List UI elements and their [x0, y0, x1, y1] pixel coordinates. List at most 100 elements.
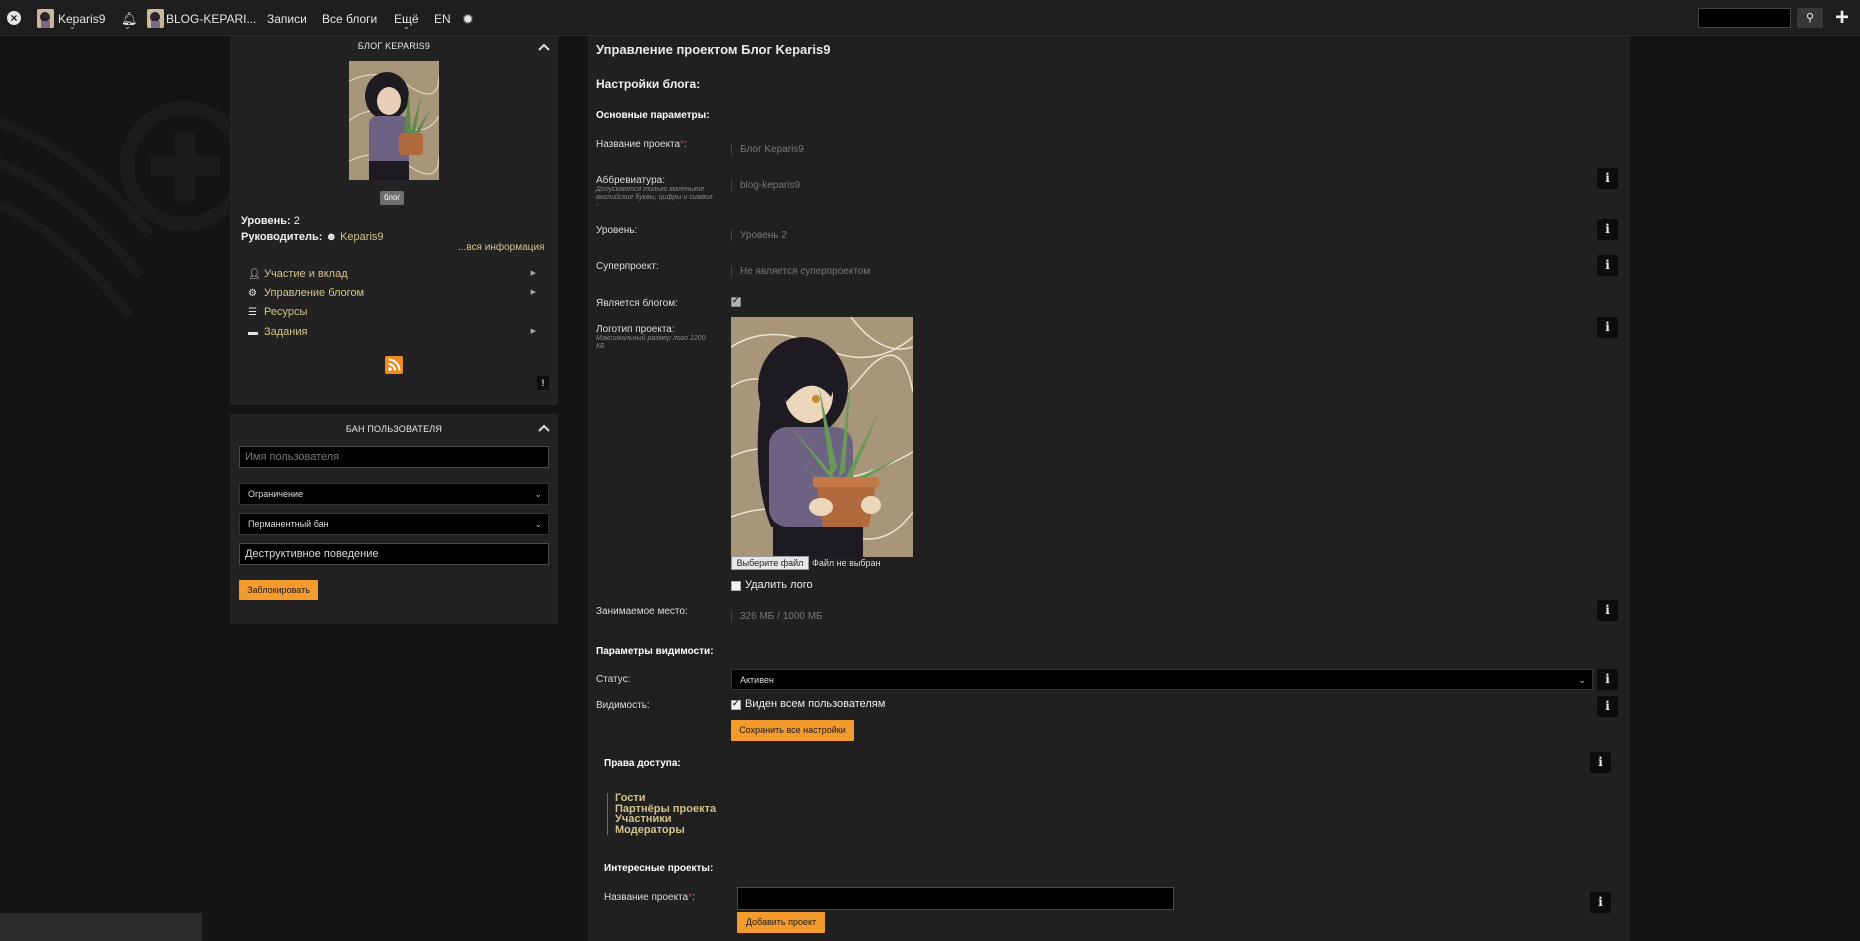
language-switch[interactable]: EN	[434, 0, 451, 36]
ban-type-select[interactable]: Перманентный бан ⌄	[239, 513, 549, 535]
all-info-link[interactable]: ...вся информация	[458, 242, 544, 253]
info-icon[interactable]: i	[1597, 255, 1618, 276]
sidebar-item-label: Участие и вклад	[264, 268, 348, 280]
access-list: Гости Партнёры проекта Участники Модерат…	[607, 793, 716, 835]
tasks-icon: ▬	[248, 327, 258, 338]
project-name-value: Блог Keparis9	[731, 144, 804, 155]
ban-type-value: Перманентный бан	[248, 519, 329, 529]
page-title: Управление проектом Блог Keparis9	[596, 42, 831, 57]
superproject-value: Не является суперпроектом	[731, 266, 870, 277]
delete-logo-checkbox[interactable]	[731, 581, 741, 591]
chevron-up-icon[interactable]	[537, 42, 551, 52]
gear-icon[interactable]: ✹	[462, 0, 474, 36]
username-input[interactable]	[239, 446, 549, 468]
status-select[interactable]: Активен ⌄	[731, 669, 1593, 690]
restriction-value: Ограничение	[248, 489, 303, 499]
rss-icon[interactable]	[385, 356, 403, 374]
user-menu[interactable]: Keparis9	[58, 0, 105, 36]
blog-logo	[349, 61, 439, 180]
level-value: Уровень 2	[731, 230, 787, 241]
block-button[interactable]: Заблокировать	[239, 580, 318, 600]
chevron-down-icon: ⌄	[534, 519, 542, 529]
chevron-right-icon: ▶	[530, 289, 536, 296]
ban-user-panel: БАН ПОЛЬЗОВАТЕЛЯ Ограничение ⌄ Перманент…	[230, 414, 558, 624]
report-button[interactable]: !	[537, 376, 549, 390]
project-logo-image	[731, 317, 913, 557]
sidebar-item-resources[interactable]: ☰ Ресурсы	[248, 304, 548, 320]
visibility-option-label: Виден всем пользователям	[745, 698, 886, 710]
blog-menu[interactable]: BLOG-KEPARI...	[166, 0, 256, 36]
search-input[interactable]	[1698, 8, 1791, 28]
nav-posts[interactable]: Записи	[267, 0, 307, 36]
sidebar-item-tasks[interactable]: ▬ Задания ▶	[248, 324, 548, 340]
is-blog-label: Является блогом:	[596, 298, 678, 309]
superproject-label: Суперпроект:	[596, 261, 659, 272]
sidebar-item-label: Управление блогом	[264, 287, 365, 299]
save-settings-button[interactable]: Сохранить все настройки	[731, 720, 854, 741]
project-name-label: Название проекта*:	[596, 139, 687, 150]
access-guests[interactable]: Гости	[615, 793, 716, 804]
info-icon[interactable]: i	[1597, 168, 1618, 189]
level-label: Уровень:	[596, 225, 638, 236]
leader-link[interactable]: Keparis9	[340, 231, 383, 243]
access-heading: Права доступа:	[604, 758, 681, 769]
is-blog-checkbox	[731, 295, 741, 307]
plus-icon[interactable]: +	[1835, 6, 1849, 30]
panel-title: БЛОГ KEPARIS9	[357, 41, 431, 51]
user-avatar[interactable]	[37, 9, 54, 28]
access-members[interactable]: Участники	[615, 814, 716, 825]
blog-settings-heading: Настройки блога:	[596, 77, 701, 91]
panel-title: БАН ПОЛЬЗОВАТЕЛЯ	[345, 424, 443, 434]
search-icon[interactable]: ⚲	[1797, 8, 1823, 28]
user-icon: ☻	[325, 231, 338, 243]
info-icon[interactable]: i	[1597, 696, 1618, 717]
access-moderators[interactable]: Модераторы	[615, 824, 716, 836]
reason-input[interactable]: Деструктивное поведение	[239, 543, 549, 565]
sidebar-item-blog-management[interactable]: ⚙︎ Управление блогом ▶	[248, 285, 548, 301]
visibility-heading: Параметры видимости:	[596, 646, 714, 657]
chevron-down-icon: ⌄	[124, 22, 131, 31]
info-icon[interactable]: i	[1597, 219, 1618, 240]
list-icon: ☰	[248, 307, 257, 318]
visibility-label: Видимость:	[596, 700, 650, 711]
user-check-icon: 👤︎	[248, 269, 261, 280]
restriction-select[interactable]: Ограничение ⌄	[239, 483, 549, 505]
blog-tag: блог	[380, 191, 405, 205]
nav-all-blogs[interactable]: Все блоги	[322, 0, 377, 36]
visibility-checkbox[interactable]	[731, 698, 741, 710]
storage-value: 326 МБ / 1000 МБ	[731, 611, 823, 622]
leader-label: Руководитель:	[241, 231, 323, 243]
choose-file-button[interactable]: Выберите файл	[731, 556, 809, 570]
leader-line: Руководитель: ☻ Keparis9	[241, 231, 384, 243]
status-value: Активен	[740, 675, 774, 685]
info-icon[interactable]: i	[1590, 892, 1611, 913]
info-icon[interactable]: i	[1597, 669, 1618, 690]
status-label: Статус:	[596, 674, 631, 685]
close-icon[interactable]: ×	[7, 11, 21, 25]
add-project-button[interactable]: Добавить проект	[737, 912, 825, 933]
sidebar-item-participation[interactable]: 👤︎ Участие и вклад ▶	[248, 266, 548, 282]
chevron-down-icon: ⌄	[534, 489, 542, 499]
level-line: Уровень: 2	[241, 215, 300, 227]
chevron-down-icon: ⌄	[69, 22, 76, 31]
basic-params-heading: Основные параметры:	[596, 110, 710, 121]
info-icon[interactable]: i	[1597, 317, 1618, 338]
blog-info-panel: БЛОГ KEPARIS9 блог Уровень: 2 Руководите…	[230, 36, 558, 405]
logo-label: Логотип проекта:	[596, 324, 675, 335]
project-name-label-2: Название проекта*:	[604, 892, 695, 903]
chevron-right-icon: ▶	[530, 270, 536, 277]
sidebar-item-label: Ресурсы	[264, 306, 308, 318]
blog-avatar[interactable]	[147, 9, 164, 28]
file-status: Файл не выбран	[812, 558, 881, 568]
chevron-up-icon[interactable]	[537, 423, 551, 433]
interesting-project-input[interactable]	[737, 887, 1174, 910]
info-icon[interactable]: i	[1590, 752, 1611, 773]
abbr-label: Аббревиатура:	[596, 175, 665, 186]
delete-logo-label: Удалить лого	[745, 579, 813, 591]
project-management-content: Управление проектом Блог Keparis9 Настро…	[588, 36, 1630, 941]
logo-hint: Максимальный размер лого 1200 КБ	[596, 335, 706, 350]
chevron-down-icon: ⌄	[403, 22, 410, 31]
storage-label: Занимаемое место:	[596, 606, 688, 617]
background-emblem	[0, 101, 230, 320]
info-icon[interactable]: i	[1597, 600, 1618, 621]
